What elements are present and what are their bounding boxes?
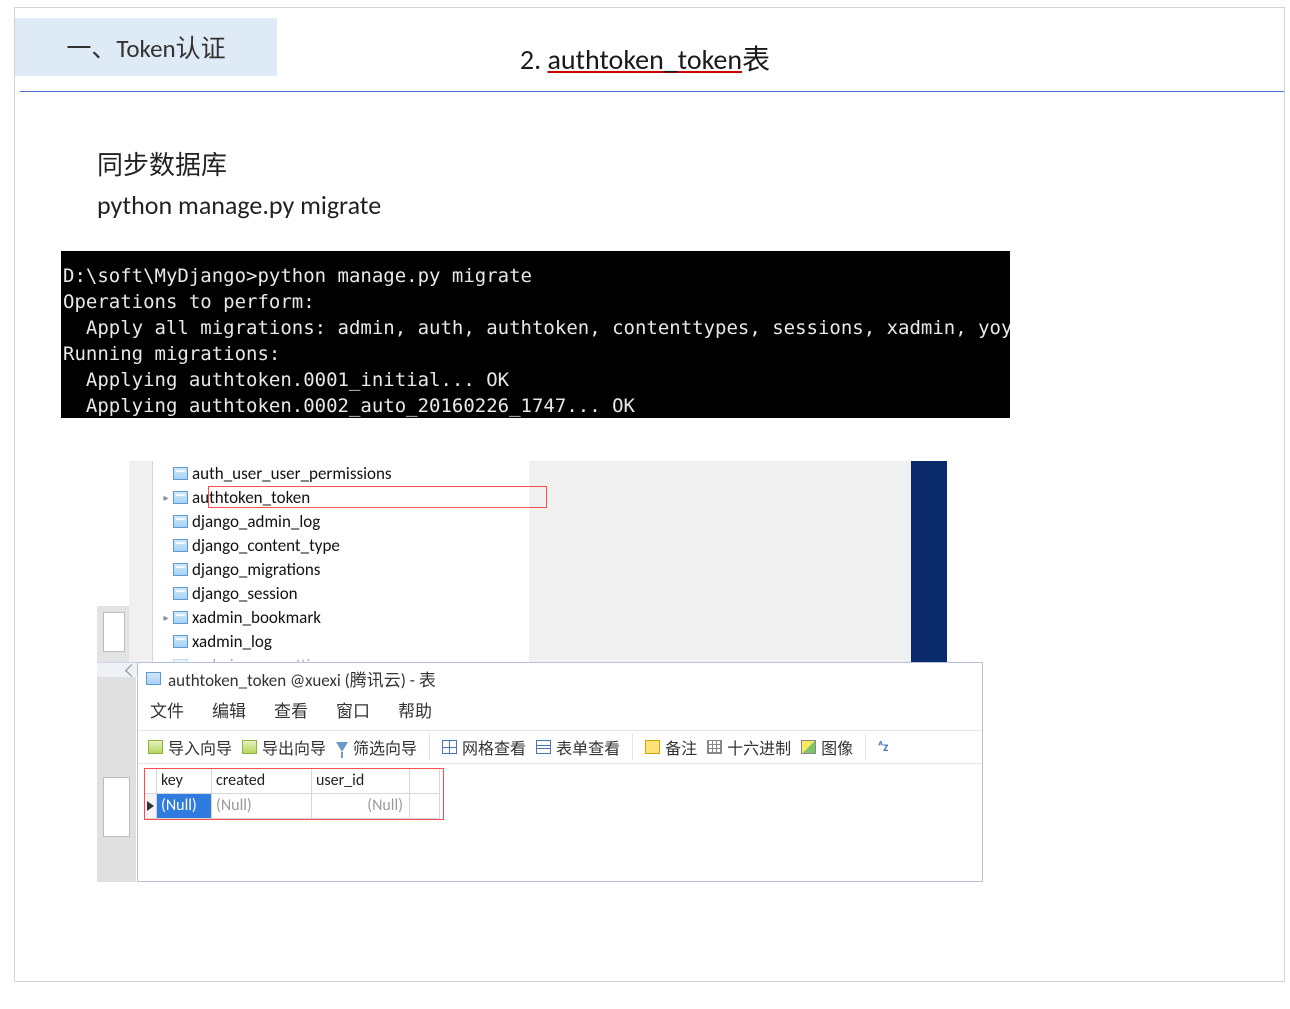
filter-icon: [336, 742, 348, 752]
btn-label: 筛选向导: [353, 735, 417, 759]
grid-header: key created user_id: [145, 769, 443, 794]
btn-label: 表单查看: [556, 735, 620, 759]
page-title-prefix: 2.: [520, 42, 548, 77]
tree-item[interactable]: django_content_type: [153, 533, 529, 557]
tree-item[interactable]: django_admin_log: [153, 509, 529, 533]
btn-label: 图像: [821, 735, 853, 759]
image-button[interactable]: 图像: [801, 735, 853, 759]
nav-thumb-left: [97, 606, 132, 662]
rowmark-header: [145, 769, 157, 794]
cell-created[interactable]: (Null): [212, 794, 312, 819]
row-marker: [145, 794, 157, 819]
note-icon: [645, 740, 660, 754]
hex-button[interactable]: 十六进制: [707, 735, 791, 759]
tree-item-label: auth_user_user_permissions: [192, 463, 392, 484]
table-editor-window: authtoken_token @xuexi (腾讯云) - 表 文件 编辑 查…: [137, 662, 983, 882]
tree-item-label: authtoken_token: [192, 487, 310, 508]
cell-user-id[interactable]: (Null): [312, 794, 410, 819]
grid-icon: [442, 740, 457, 754]
terminal-output: D:\soft\MyDjango>python manage.py migrat…: [61, 251, 1010, 418]
window-title: authtoken_token @xuexi (腾讯云) - 表: [168, 666, 436, 691]
grid-view-button[interactable]: 网格查看: [442, 735, 526, 759]
table-icon: [173, 563, 188, 576]
nav-thumb-lower: [97, 677, 136, 882]
form-view-button[interactable]: 表单查看: [536, 735, 620, 759]
col-header-key[interactable]: key: [157, 769, 212, 794]
filter-wizard-button[interactable]: 筛选向导: [336, 735, 417, 759]
tree-item[interactable]: auth_user_user_permissions: [153, 461, 529, 485]
col-header-empty: [410, 769, 440, 794]
btn-label: 导出向导: [262, 735, 326, 759]
tree-item-label: django_content_type: [192, 535, 340, 556]
btn-label: 导入向导: [168, 735, 232, 759]
db-browser-screenshot: auth_user_user_permissions ▸authtoken_to…: [97, 461, 983, 882]
tree-item-label: xadmin_bookmark: [192, 607, 321, 628]
data-grid: key created user_id (Null) (Null) (Null): [144, 768, 444, 820]
menu-bar: 文件 编辑 查看 窗口 帮助: [138, 693, 982, 730]
col-header-created[interactable]: created: [212, 769, 312, 794]
body-line-2: python manage.py migrate: [97, 185, 381, 225]
menu-file[interactable]: 文件: [150, 697, 184, 722]
window-titlebar: authtoken_token @xuexi (腾讯云) - 表: [138, 663, 982, 693]
tree-item-label: xadmin_log: [192, 631, 272, 652]
body-line-1: 同步数据库: [97, 145, 381, 185]
toolbar-separator: [632, 734, 633, 760]
menu-help[interactable]: 帮助: [398, 697, 432, 722]
table-icon: [173, 635, 188, 648]
hex-icon: [707, 740, 722, 754]
menu-window[interactable]: 窗口: [336, 697, 370, 722]
import-wizard-button[interactable]: 导入向导: [148, 735, 232, 759]
page-title: 2. authtoken_token表: [0, 38, 1290, 78]
col-header-user[interactable]: user_id: [312, 769, 410, 794]
toolbar: 导入向导 导出向导 筛选向导 网格查看 表单查看 备注 十六进制 图像 ᴬz: [138, 730, 982, 764]
tree-item[interactable]: django_session: [153, 581, 529, 605]
tree-item[interactable]: ▸xadmin_bookmark: [153, 605, 529, 629]
table-icon: [173, 467, 188, 480]
table-icon: [146, 672, 161, 685]
tree-item[interactable]: django_migrations: [153, 557, 529, 581]
cell-empty: [410, 794, 440, 819]
export-wizard-button[interactable]: 导出向导: [242, 735, 326, 759]
export-icon: [242, 740, 257, 754]
table-tree-list: auth_user_user_permissions ▸authtoken_to…: [152, 461, 529, 662]
form-icon: [536, 740, 551, 754]
import-icon: [148, 740, 163, 754]
body-block: 同步数据库 python manage.py migrate: [97, 145, 381, 226]
image-icon: [801, 740, 816, 754]
cell-key[interactable]: (Null): [157, 794, 212, 819]
note-button[interactable]: 备注: [645, 735, 697, 759]
toolbar-separator: [865, 734, 866, 760]
table-row[interactable]: (Null) (Null) (Null): [145, 794, 443, 819]
menu-view[interactable]: 查看: [274, 697, 308, 722]
btn-label: 网格查看: [462, 735, 526, 759]
table-icon: [173, 611, 188, 624]
table-icon: [173, 587, 188, 600]
tree-item-label: django_migrations: [192, 559, 320, 580]
table-icon: [173, 539, 188, 552]
tree-item[interactable]: xadmin_log: [153, 629, 529, 653]
tree-item[interactable]: ▸authtoken_token: [153, 485, 529, 509]
table-icon: [173, 515, 188, 528]
btn-label: 十六进制: [727, 735, 791, 759]
menu-edit[interactable]: 编辑: [212, 697, 246, 722]
table-icon: [173, 491, 188, 504]
blue-panel: [911, 461, 947, 662]
title-divider: [20, 91, 1284, 92]
sort-az-button[interactable]: ᴬz: [878, 740, 888, 755]
tree-item-label: django_session: [192, 583, 298, 604]
toolbar-separator: [429, 734, 430, 760]
tree-item-label: django_admin_log: [192, 511, 320, 532]
btn-label: 备注: [665, 735, 697, 759]
page-title-underline: authtoken_token: [548, 42, 743, 77]
sort-icon: ᴬz: [878, 740, 888, 755]
tree-area: auth_user_user_permissions ▸authtoken_to…: [129, 461, 947, 662]
page-title-suffix: 表: [742, 42, 770, 77]
